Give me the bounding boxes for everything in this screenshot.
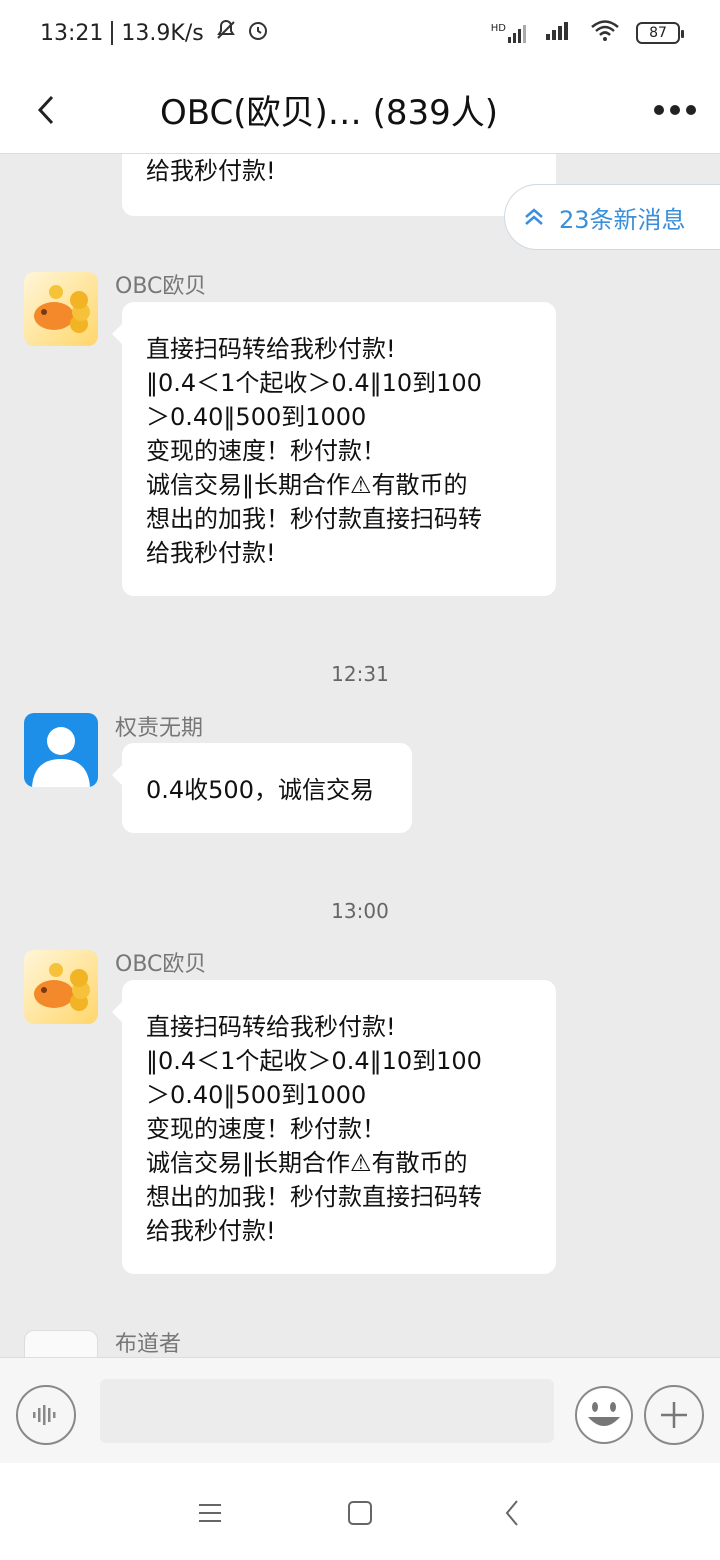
message-bubble[interactable]: 直接扫码转给我秒付款! ‖0.4＜1个起收＞0.4‖10到100 ＞0.40‖5… <box>112 980 556 1274</box>
voice-wave-icon <box>33 1405 56 1425</box>
menu-lines-icon <box>199 1504 221 1522</box>
chat-header: OBC(欧贝)… (839人) <box>0 66 720 154</box>
message-bubble[interactable]: 0.4收500，诚信交易 <box>112 743 412 833</box>
message-text: 给我秒付款! <box>146 157 276 185</box>
status-separator <box>111 21 114 45</box>
status-bar: 13:21 13.9K/s HD 87 <box>0 0 720 66</box>
signal-icon <box>546 20 574 46</box>
home-button[interactable] <box>340 1493 380 1533</box>
sender-name: OBC欧贝 <box>115 274 207 299</box>
wifi-icon <box>590 19 620 47</box>
sender-name: 布道者 <box>115 1332 182 1357</box>
message-bubble-partial[interactable]: 给我秒付款! <box>122 154 556 216</box>
mute-bell-icon <box>214 18 238 48</box>
more-dot-icon <box>670 104 680 115</box>
chat-title: OBC(欧贝)… (839人) <box>160 93 498 133</box>
input-bar <box>0 1357 720 1463</box>
voice-input-button[interactable] <box>16 1385 76 1445</box>
more-dot-icon <box>654 104 664 115</box>
sender-name: OBC欧贝 <box>115 952 207 977</box>
message-bubble[interactable]: 直接扫码转给我秒付款! ‖0.4＜1个起收＞0.4‖10到100 ＞0.40‖5… <box>112 302 556 596</box>
status-right-group: HD 87 <box>491 19 684 47</box>
new-messages-button[interactable]: 23条新消息 <box>504 184 720 250</box>
chevron-left-icon <box>37 95 54 124</box>
system-back-button[interactable] <box>492 1493 532 1533</box>
more-options-button[interactable] <box>630 66 720 154</box>
hd-label: HD <box>490 23 506 34</box>
system-navigation-bar <box>0 1463 720 1560</box>
status-network-speed: 13.9K/s <box>121 20 204 46</box>
double-chevron-up-icon <box>525 208 543 225</box>
more-dot-icon <box>686 104 696 115</box>
plus-icon <box>661 1402 687 1428</box>
status-time: 13:21 <box>40 20 104 46</box>
avatar-user[interactable] <box>24 1330 98 1357</box>
smiley-icon <box>575 1386 633 1444</box>
message-input[interactable] <box>100 1379 554 1443</box>
avatar-default-user[interactable] <box>24 713 98 787</box>
recent-apps-button[interactable] <box>190 1493 230 1533</box>
back-button[interactable] <box>0 66 92 154</box>
timestamp: 12:31 <box>331 662 389 686</box>
chat-message-list[interactable]: 给我秒付款! 23条新消息 OBC欧贝 直接扫码转给我秒付款! ‖0.4＜1个起… <box>0 154 720 1357</box>
message-text: 直接扫码转给我秒付款! ‖0.4＜1个起收＞0.4‖10到100 ＞0.40‖5… <box>146 1013 482 1245</box>
alarm-clock-icon <box>246 18 270 48</box>
new-messages-label: 23条新消息 <box>559 205 686 234</box>
battery-icon: 87 <box>636 22 684 44</box>
avatar-piggy-bank[interactable] <box>24 950 98 1024</box>
chevron-left-icon <box>505 1500 518 1526</box>
add-attachment-button[interactable] <box>644 1385 704 1445</box>
emoji-button[interactable] <box>574 1385 634 1445</box>
square-icon <box>348 1501 372 1525</box>
message-text: 0.4收500，诚信交易 <box>146 776 374 804</box>
timestamp: 13:00 <box>331 899 389 923</box>
sender-name: 权责无期 <box>115 716 204 741</box>
message-text: 直接扫码转给我秒付款! ‖0.4＜1个起收＞0.4‖10到100 ＞0.40‖5… <box>146 335 482 567</box>
avatar-piggy-bank[interactable] <box>24 272 98 346</box>
hd-signal-icon: HD <box>491 23 530 43</box>
